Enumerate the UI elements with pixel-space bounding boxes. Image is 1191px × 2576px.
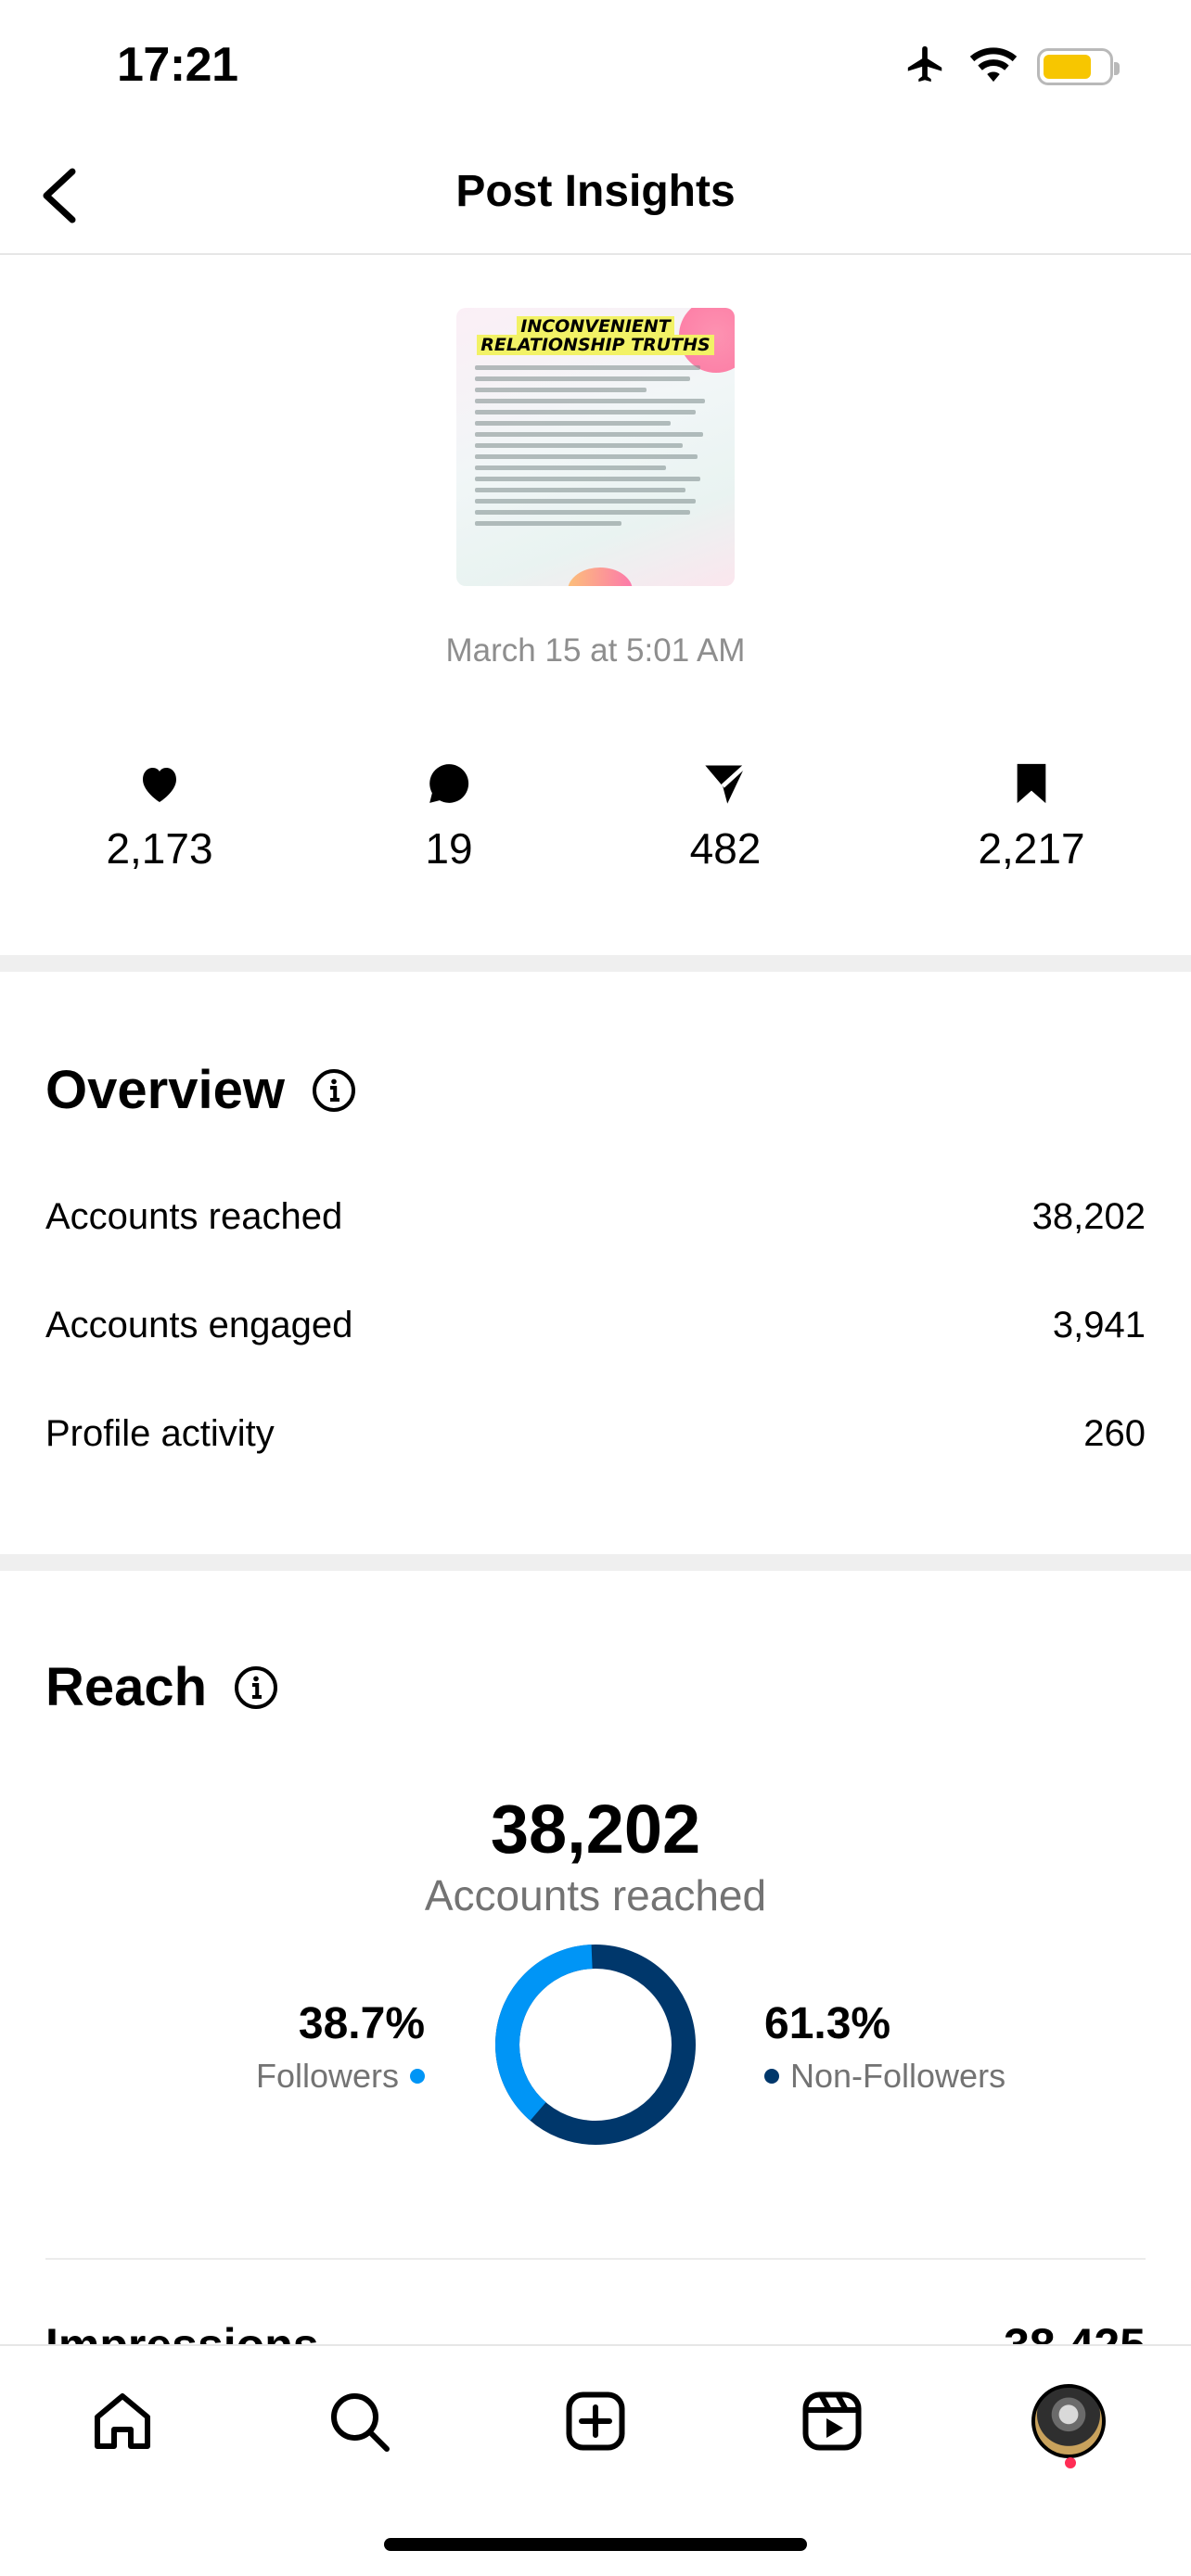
nonfollowers-percent: 61.3% bbox=[764, 1999, 891, 2048]
home-icon bbox=[95, 2393, 150, 2449]
metric-value: 260 bbox=[1083, 1412, 1146, 1454]
likes-stat: 2,173 bbox=[67, 760, 252, 874]
overview-title: Overview bbox=[45, 1060, 285, 1120]
home-indicator bbox=[384, 2538, 807, 2551]
info-icon[interactable] bbox=[233, 1664, 279, 1711]
donut-followers-segment bbox=[495, 1945, 696, 2145]
nav-bar: Post Insights bbox=[0, 134, 1191, 255]
metric-row-accounts-engaged[interactable]: Accounts engaged 3,941 bbox=[45, 1297, 1146, 1353]
wifi-icon bbox=[968, 45, 1018, 88]
metric-label: Accounts reached bbox=[45, 1195, 343, 1237]
nonfollowers-legend-dot bbox=[764, 2069, 779, 2084]
tab-reels[interactable] bbox=[790, 2379, 874, 2463]
section-divider bbox=[0, 955, 1191, 972]
followers-legend-dot bbox=[410, 2069, 425, 2084]
divider bbox=[45, 2258, 1146, 2260]
followers-breakdown: 38.7% Followers bbox=[256, 1998, 425, 2096]
section-divider bbox=[0, 1554, 1191, 1571]
tab-search[interactable] bbox=[317, 2379, 401, 2463]
avatar bbox=[1031, 2384, 1106, 2458]
shares-count: 482 bbox=[689, 824, 762, 873]
followers-label: Followers bbox=[255, 2057, 399, 2095]
search-icon bbox=[331, 2393, 390, 2452]
reach-caption: Accounts reached bbox=[424, 1871, 767, 1919]
shares-stat: 482 bbox=[633, 760, 818, 874]
likes-count: 2,173 bbox=[106, 824, 213, 873]
send-icon bbox=[633, 760, 818, 807]
thumbnail-text-lines bbox=[475, 365, 720, 532]
comment-icon bbox=[356, 760, 542, 807]
thumbnail-title: INCONVENIENT RELATIONSHIP TRUTHS bbox=[456, 316, 735, 355]
notification-dot bbox=[1065, 2457, 1076, 2468]
tab-create[interactable] bbox=[554, 2379, 637, 2463]
metric-label: Accounts engaged bbox=[45, 1304, 353, 1345]
status-icons bbox=[902, 43, 1120, 90]
heart-icon bbox=[67, 760, 252, 807]
followers-percent: 38.7% bbox=[298, 1999, 425, 2048]
status-bar: 17:21 bbox=[0, 0, 1191, 134]
comments-count: 19 bbox=[425, 824, 473, 873]
reels-icon bbox=[802, 2391, 862, 2451]
post-thumbnail[interactable]: INCONVENIENT RELATIONSHIP TRUTHS bbox=[456, 308, 735, 586]
reach-donut-chart bbox=[495, 1945, 696, 2145]
nonfollowers-breakdown: 61.3% Non-Followers bbox=[764, 1998, 1005, 2096]
reach-heading: Reach bbox=[45, 1656, 279, 1718]
tab-home[interactable] bbox=[81, 2379, 164, 2463]
metric-row-accounts-reached[interactable]: Accounts reached 38,202 bbox=[45, 1189, 1146, 1244]
metric-value: 38,202 bbox=[1031, 1195, 1146, 1237]
status-time: 17:21 bbox=[117, 38, 238, 92]
battery-icon bbox=[1037, 47, 1120, 85]
tab-profile[interactable] bbox=[1027, 2379, 1110, 2463]
comments-stat: 19 bbox=[356, 760, 542, 874]
create-icon bbox=[566, 2391, 625, 2451]
overview-heading: Overview bbox=[45, 1059, 357, 1121]
saves-count: 2,217 bbox=[978, 824, 1085, 873]
nonfollowers-label: Non-Followers bbox=[790, 2057, 1006, 2095]
metric-label: Profile activity bbox=[45, 1412, 275, 1454]
metric-row-profile-activity[interactable]: Profile activity 260 bbox=[45, 1406, 1146, 1461]
bookmark-icon bbox=[939, 760, 1124, 807]
info-icon[interactable] bbox=[311, 1067, 357, 1114]
saves-stat: 2,217 bbox=[939, 760, 1124, 874]
reach-title: Reach bbox=[45, 1657, 208, 1717]
page-title: Post Insights bbox=[455, 167, 736, 216]
reach-total: 38,202 bbox=[490, 1791, 701, 1868]
airplane-mode-icon bbox=[902, 43, 950, 90]
post-date: March 15 at 5:01 AM bbox=[445, 632, 746, 669]
post-stats: 2,173 19 482 2,217 bbox=[0, 760, 1191, 881]
metric-value: 3,941 bbox=[1052, 1304, 1146, 1345]
